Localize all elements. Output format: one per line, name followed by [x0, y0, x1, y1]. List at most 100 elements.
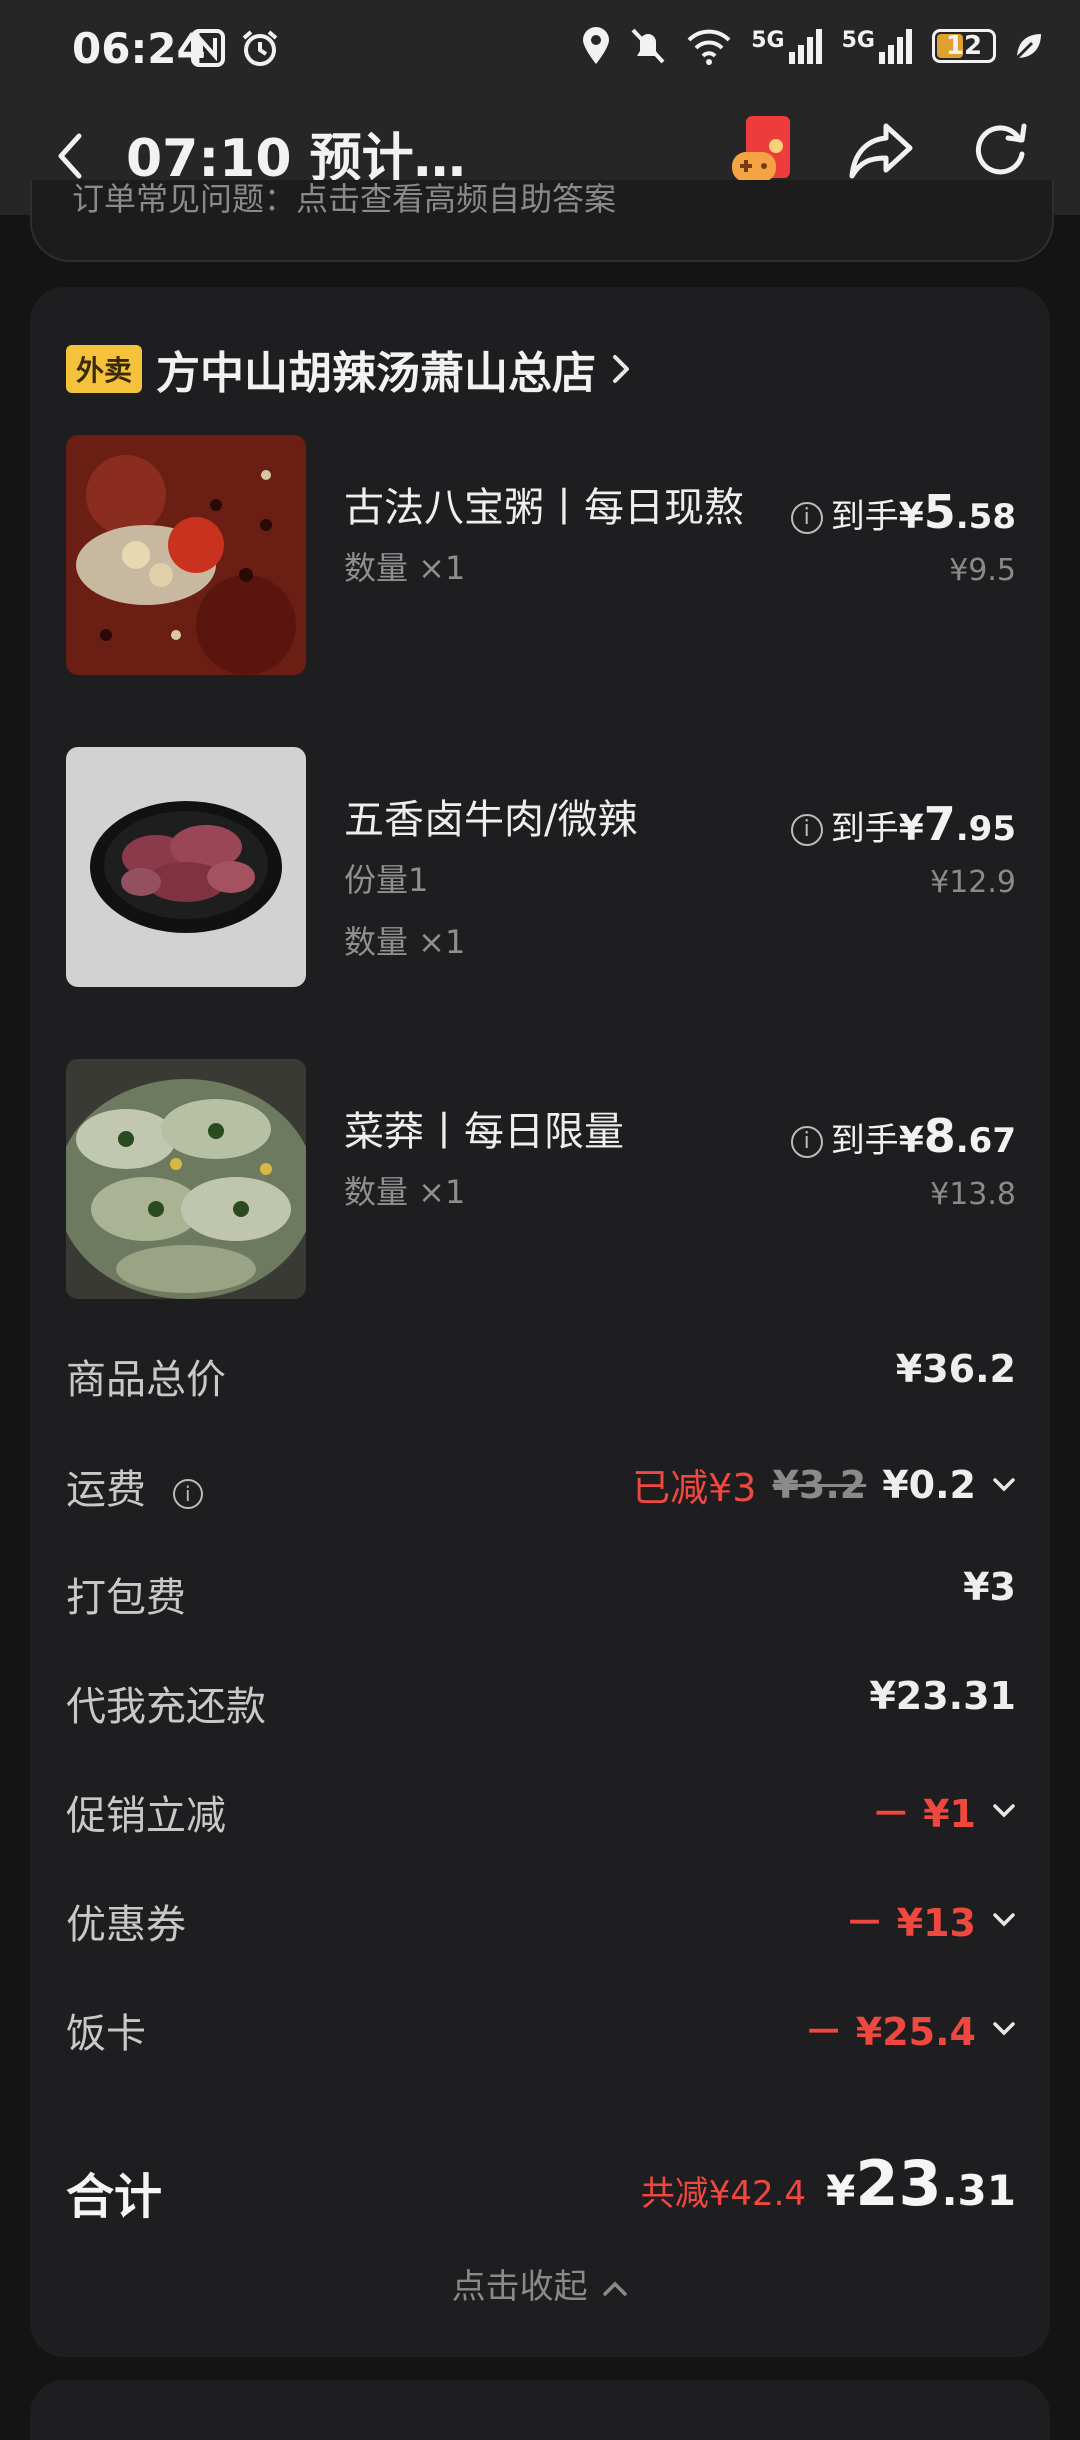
- price-prefix: 到手: [830, 497, 899, 537]
- item-price: i 到手 ¥ 5 .58: [790, 485, 1016, 539]
- fee-label: 打包费: [66, 1575, 186, 1621]
- price-integer: 5: [923, 485, 956, 539]
- fee-label: 代我充还款: [66, 1684, 266, 1730]
- fee-value: － ¥25.4: [804, 2010, 976, 2054]
- store-header[interactable]: 外卖 方中山胡辣汤萧山总店: [66, 337, 632, 401]
- mute-bell-icon: [631, 28, 665, 64]
- order-item[interactable]: 菜莽丨每日限量 数量 ×1 i 到手 ¥ 8 .67 ¥13.8: [66, 1059, 1016, 1299]
- fee-value-group: 已减¥3 ¥3.2 ¥0.2: [632, 1457, 1016, 1512]
- fee-row-mealcard[interactable]: 饭卡 － ¥25.4: [66, 2001, 1016, 2061]
- cellular-signal-1: 5G: [751, 28, 823, 64]
- price-decimal: .67: [955, 1121, 1016, 1161]
- chevron-right-icon: [613, 355, 630, 383]
- total-saved: 共减¥42.4: [640, 2174, 807, 2214]
- price-symbol: ¥: [898, 1120, 924, 1161]
- signal-bars-icon: [879, 29, 912, 64]
- fee-row-coupon[interactable]: 优惠券 － ¥13: [66, 1892, 1016, 1952]
- delivery-discount: 已减¥3: [632, 1466, 757, 1510]
- status-time: 06:24: [72, 24, 206, 73]
- fee-row-recharge: 代我充还款 ¥23.31: [66, 1674, 1016, 1734]
- leaf-icon: [1015, 34, 1041, 60]
- item-name: 五香卤牛肉/微辣: [344, 797, 638, 843]
- fee-value-group: － ¥25.4: [805, 2001, 1016, 2056]
- battery-indicator: 12: [932, 29, 996, 63]
- order-item[interactable]: 古法八宝粥丨每日现熬 数量 ×1 i 到手 ¥ 5 .58 ¥9.5: [66, 435, 1016, 675]
- fee-value: ¥0.2: [882, 1462, 976, 1507]
- item-original-price: ¥9.5: [949, 553, 1016, 588]
- price-decimal: .58: [955, 497, 1016, 537]
- price-symbol: ¥: [898, 496, 924, 537]
- price-integer: 8: [923, 1109, 956, 1163]
- nfc-icon: [191, 29, 225, 67]
- total-integer: 23: [855, 2147, 942, 2220]
- info-icon[interactable]: i: [790, 501, 823, 534]
- signal-bars-icon: [788, 29, 822, 64]
- fee-value: － ¥1: [871, 1792, 976, 1836]
- fee-label: 优惠券: [66, 1902, 186, 1948]
- chevron-down-icon: [993, 1803, 1015, 1817]
- fee-label-group: 运费 i: [66, 1457, 211, 1515]
- fee-value-group: － ¥1: [872, 1783, 1016, 1838]
- total-decimal: .31: [941, 2166, 1016, 2215]
- item-photo-beef: [66, 747, 306, 987]
- cellular-signal-2: 5G: [842, 28, 914, 64]
- fee-value-group: － ¥13: [845, 1892, 1016, 1947]
- info-icon[interactable]: i: [790, 1125, 823, 1158]
- item-spec: 份量1: [344, 861, 429, 899]
- item-photo-dumpling: [66, 1059, 306, 1299]
- item-price: i 到手 ¥ 7 .95: [790, 797, 1016, 851]
- status-right-icons: 5G 5G 12: [581, 26, 1044, 66]
- chevron-down-icon: [993, 1477, 1015, 1491]
- total-label: 合计: [66, 2169, 163, 2225]
- item-quantity: 数量 ×1: [344, 1173, 466, 1211]
- price-prefix: 到手: [830, 1121, 899, 1161]
- price-integer: 7: [923, 797, 956, 851]
- fee-value: ¥23.31: [869, 1674, 1016, 1718]
- collapse-label: 点击收起: [451, 2267, 588, 2307]
- alarm-icon: [242, 30, 278, 66]
- order-card: 外卖 方中山胡辣汤萧山总店 古法八宝粥丨每日现熬 数量 ×1 i 到手 ¥ 5 …: [30, 287, 1050, 2357]
- chevron-down-icon: [993, 1912, 1015, 1926]
- item-quantity: 数量 ×1: [344, 923, 466, 961]
- total-row: 合计 共减¥42.4 ¥ 23 .31: [66, 2147, 1016, 2227]
- battery-level: 12: [945, 31, 983, 61]
- item-name: 古法八宝粥丨每日现熬: [344, 485, 744, 531]
- signal-label-2: 5G: [841, 28, 875, 53]
- collapse-button[interactable]: 点击收起: [30, 2259, 1050, 2308]
- total-amount: 共减¥42.4 ¥ 23 .31: [641, 2147, 1016, 2220]
- fee-row-packaging: 打包费 ¥3: [66, 1565, 1016, 1625]
- fee-row-subtotal: 商品总价 ¥36.2: [66, 1347, 1016, 1407]
- item-original-price: ¥12.9: [930, 865, 1016, 900]
- faq-notice-bar[interactable]: 订单常见问题：点击查看高频自助答案: [30, 180, 1054, 262]
- fee-value: － ¥13: [845, 1901, 976, 1945]
- fee-row-promo[interactable]: 促销立减 － ¥1: [66, 1783, 1016, 1843]
- next-card-edge: [30, 2380, 1050, 2440]
- share-icon[interactable]: [846, 118, 916, 182]
- delivery-tag: 外卖: [66, 345, 143, 393]
- fee-label: 运费: [66, 1467, 146, 1513]
- fee-value: ¥3: [963, 1565, 1016, 1609]
- price-symbol: ¥: [898, 808, 924, 849]
- fee-label: 促销立减: [66, 1793, 226, 1839]
- price-decimal: .95: [955, 809, 1016, 849]
- back-icon[interactable]: [45, 126, 95, 186]
- status-bar: 06:24 5G 5G 12: [0, 0, 1080, 100]
- order-item[interactable]: 五香卤牛肉/微辣 份量1 数量 ×1 i 到手 ¥ 7 .95 ¥12.9: [66, 747, 1016, 987]
- item-photo-porridge: [66, 435, 306, 675]
- item-price: i 到手 ¥ 8 .67: [790, 1109, 1016, 1163]
- item-quantity: 数量 ×1: [344, 549, 466, 587]
- info-icon[interactable]: i: [790, 813, 823, 846]
- price-prefix: 到手: [830, 809, 899, 849]
- item-original-price: ¥13.8: [930, 1177, 1016, 1212]
- info-icon[interactable]: i: [172, 1479, 203, 1509]
- signal-label-1: 5G: [751, 28, 785, 53]
- fee-value: ¥36.2: [895, 1347, 1016, 1391]
- fee-label: 饭卡: [66, 2011, 146, 2057]
- fee-label: 商品总价: [66, 1357, 226, 1403]
- store-name: 方中山胡辣汤萧山总店: [156, 348, 597, 399]
- item-name: 菜莽丨每日限量: [344, 1109, 624, 1155]
- delivery-original: ¥3.2: [772, 1462, 867, 1507]
- location-icon: [583, 27, 610, 64]
- refresh-icon[interactable]: [968, 118, 1032, 182]
- fee-row-delivery[interactable]: 运费 i 已减¥3 ¥3.2 ¥0.2: [66, 1457, 1016, 1517]
